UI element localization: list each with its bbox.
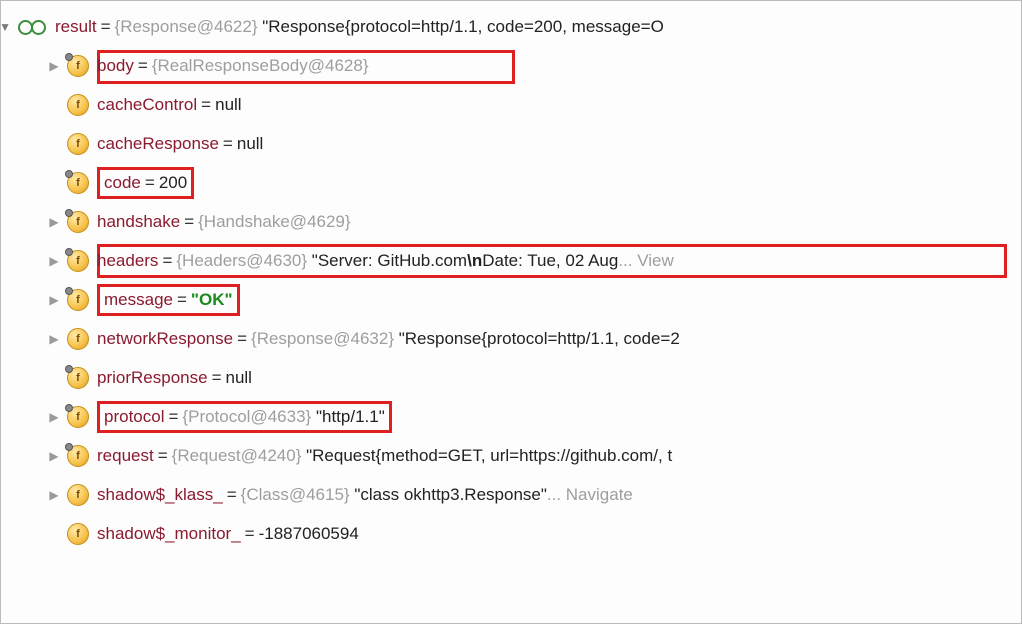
var-name: cacheResponse: [97, 134, 219, 154]
row-cacheControl[interactable]: f cacheControl = null: [1, 85, 1021, 124]
expand-arrow-icon[interactable]: ▶: [47, 332, 61, 346]
var-name: shadow$_monitor_: [97, 524, 241, 544]
field-badge-icon: f: [67, 94, 89, 116]
highlight-box: message = "OK": [97, 284, 240, 316]
glasses-icon: [17, 18, 47, 36]
field-badge-icon: f: [67, 328, 89, 350]
field-badge-icon: f: [67, 445, 89, 467]
highlight-box: protocol = {Protocol@4633} "http/1.1": [97, 401, 392, 433]
expand-arrow-down-icon[interactable]: ▼: [0, 20, 11, 34]
var-value: "Response{protocol=http/1.1, code=2: [399, 329, 680, 349]
expand-arrow-icon[interactable]: ▶: [47, 293, 61, 307]
field-badge-icon: f: [67, 484, 89, 506]
var-name: shadow$_klass_: [97, 485, 223, 505]
field-badge-icon: f: [67, 406, 89, 428]
field-badge-icon: f: [67, 172, 89, 194]
var-name: request: [97, 446, 154, 466]
field-badge-icon: f: [67, 250, 89, 272]
row-priorResponse[interactable]: f priorResponse = null: [1, 358, 1021, 397]
row-headers[interactable]: ▶ f headers = {Headers@4630} "Server: GitH…: [1, 241, 1021, 280]
var-value: null: [237, 134, 263, 154]
var-name: networkResponse: [97, 329, 233, 349]
row-cacheResponse[interactable]: f cacheResponse = null: [1, 124, 1021, 163]
row-body[interactable]: ▶ fbody = {RealResponseBody@4628}: [1, 46, 1021, 85]
field-badge-icon: f: [67, 367, 89, 389]
var-value: "Server: GitHub.com\nDate: Tue, 02 Aug: [312, 251, 619, 271]
var-value: "OK": [191, 290, 233, 310]
var-name: headers: [97, 251, 158, 271]
equals: =: [180, 212, 198, 232]
row-request[interactable]: ▶ f request = {Request@4240} "Request{meth…: [1, 436, 1021, 475]
var-name: result: [55, 17, 97, 37]
highlight-box: code = 200: [97, 167, 194, 199]
row-message[interactable]: ▶ f message = "OK": [1, 280, 1021, 319]
equals: =: [154, 446, 172, 466]
row-code[interactable]: fcode = 200: [1, 163, 1021, 202]
row-protocol[interactable]: ▶ f protocol = {Protocol@4633} "http/1.1": [1, 397, 1021, 436]
var-value: "Response{protocol=http/1.1, code=200, m…: [262, 17, 664, 37]
debug-tree: ▼ result = {Response@4622} "Response{pro…: [1, 7, 1021, 553]
var-name: protocol: [104, 407, 164, 427]
tail-link[interactable]: ... Navigate: [547, 485, 633, 505]
equals: =: [208, 368, 226, 388]
var-value: "Request{method=GET, url=https://github.…: [306, 446, 672, 466]
var-type: {Response@4632}: [251, 329, 394, 349]
var-type: {Handshake@4629}: [198, 212, 350, 232]
equals: =: [141, 173, 159, 193]
var-value: null: [226, 368, 252, 388]
var-type: {Headers@4630}: [176, 251, 307, 271]
equals: =: [158, 251, 176, 271]
expand-arrow-icon[interactable]: ▶: [47, 449, 61, 463]
equals: =: [233, 329, 251, 349]
expand-arrow-icon[interactable]: ▶: [47, 59, 61, 73]
row-shadow$_klass_[interactable]: ▶ f shadow$_klass_ = {Class@4615} "class o…: [1, 475, 1021, 514]
equals: =: [219, 134, 237, 154]
var-type: {Response@4622}: [115, 17, 258, 37]
equals: =: [164, 407, 182, 427]
row-networkResponse[interactable]: ▶ f networkResponse = {Response@4632} "Res…: [1, 319, 1021, 358]
row-shadow$_monitor_[interactable]: f shadow$_monitor_ = -1887060594: [1, 514, 1021, 553]
var-name: handshake: [97, 212, 180, 232]
var-name: body: [97, 56, 134, 76]
var-value: 200: [159, 173, 187, 193]
var-type: {Class@4615}: [241, 485, 350, 505]
field-badge-icon: f: [67, 211, 89, 233]
row-result[interactable]: ▼ result = {Response@4622} "Response{pro…: [1, 7, 1021, 46]
var-type: {Protocol@4633}: [182, 407, 311, 427]
field-badge-icon: f: [67, 133, 89, 155]
var-name: cacheControl: [97, 95, 197, 115]
var-value: -1887060594: [259, 524, 359, 544]
row-handshake[interactable]: ▶ f handshake = {Handshake@4629}: [1, 202, 1021, 241]
expand-arrow-icon[interactable]: ▶: [47, 254, 61, 268]
field-badge-icon: f: [67, 55, 89, 77]
expand-arrow-icon[interactable]: ▶: [47, 215, 61, 229]
var-value: "http/1.1": [316, 407, 385, 427]
equals: =: [197, 95, 215, 115]
var-value: null: [215, 95, 241, 115]
equals: =: [134, 56, 152, 76]
var-type: {Request@4240}: [172, 446, 302, 466]
var-name: priorResponse: [97, 368, 208, 388]
var-type: {RealResponseBody@4628}: [152, 56, 369, 76]
var-name: message: [104, 290, 173, 310]
var-value: "class okhttp3.Response": [354, 485, 547, 505]
field-badge-icon: f: [67, 523, 89, 545]
equals: =: [97, 17, 115, 37]
expand-arrow-icon[interactable]: ▶: [47, 488, 61, 502]
var-name: code: [104, 173, 141, 193]
equals: =: [173, 290, 191, 310]
expand-arrow-icon[interactable]: ▶: [47, 410, 61, 424]
tail-link[interactable]: ... View: [618, 251, 673, 271]
field-badge-icon: f: [67, 289, 89, 311]
equals: =: [241, 524, 259, 544]
equals: =: [223, 485, 241, 505]
